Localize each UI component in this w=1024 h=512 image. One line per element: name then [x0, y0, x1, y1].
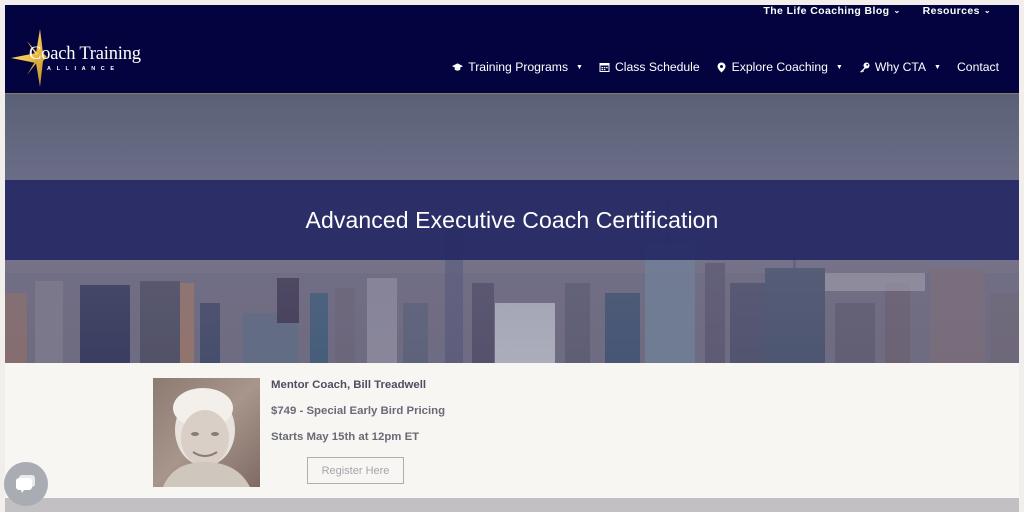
mentor-name: Mentor Coach, Bill Treadwell [271, 379, 427, 391]
course-info: Mentor Coach, Bill Treadwell $749 - Spec… [271, 378, 445, 456]
key-icon [859, 62, 870, 72]
nav-item-label: Training Programs [468, 60, 569, 74]
logo-subtext: ALLIANCE [47, 66, 120, 72]
chevron-down-icon: ⌄ [893, 6, 901, 15]
topbar-item-label: Resources [922, 5, 980, 17]
nav-item-class-schedule[interactable]: Class Schedule [599, 60, 700, 74]
topbar-item-label: The Life Coaching Blog [763, 5, 890, 17]
hero-title-band: Advanced Executive Coach Certification [5, 180, 1019, 260]
mentor-photo [153, 378, 260, 487]
logo-text: Coach Training [29, 44, 141, 64]
nav-item-label: Why CTA [874, 60, 927, 74]
page-title: Advanced Executive Coach Certification [305, 206, 719, 233]
graduation-cap-icon [452, 63, 464, 71]
course-details: Mentor Coach, Bill Treadwell $749 - Spec… [5, 363, 1019, 512]
site-header: Coach Training ALLIANCE The Life Coachin… [5, 5, 1019, 94]
chat-widget-button[interactable] [4, 462, 48, 506]
nav-item-label: Contact [956, 60, 999, 74]
mentor-portrait-image [163, 388, 250, 487]
section-divider [5, 498, 1019, 512]
topbar-item-blog[interactable]: The Life Coaching Blog ⌄ [763, 5, 900, 17]
chat-bubble-icon [16, 475, 35, 493]
map-pin-icon [717, 62, 726, 72]
caret-down-icon: ▼ [835, 63, 843, 71]
caret-down-icon: ▼ [576, 63, 583, 71]
nav-item-contact[interactable]: Contact [957, 60, 999, 74]
nav-item-label: Explore Coaching [731, 60, 828, 74]
nav-item-label: Class Schedule [614, 60, 700, 74]
nav-item-explore-coaching[interactable]: Explore Coaching ▼ [716, 60, 843, 74]
nav-item-why-cta[interactable]: Why CTA ▼ [859, 60, 941, 74]
main-nav: Training Programs ▼ Class Schedule Explo… [452, 60, 999, 74]
caret-down-icon: ▼ [934, 63, 941, 71]
nav-item-training-programs[interactable]: Training Programs ▼ [452, 60, 583, 74]
course-price: $749 - Special Early Bird Pricing [271, 405, 446, 417]
page: Coach Training ALLIANCE The Life Coachin… [5, 5, 1019, 512]
top-utility-nav: The Life Coaching Blog ⌄ Resources ⌄ [763, 5, 991, 17]
hero-banner: Advanced Executive Coach Certification [5, 94, 1019, 363]
chevron-down-icon: ⌄ [983, 6, 991, 15]
calendar-icon [599, 63, 610, 72]
register-button[interactable]: Register Here [307, 457, 404, 484]
topbar-item-resources[interactable]: Resources ⌄ [923, 5, 991, 17]
site-logo[interactable]: Coach Training ALLIANCE [7, 27, 157, 89]
course-start-date: Starts May 15th at 12pm ET [271, 431, 420, 443]
